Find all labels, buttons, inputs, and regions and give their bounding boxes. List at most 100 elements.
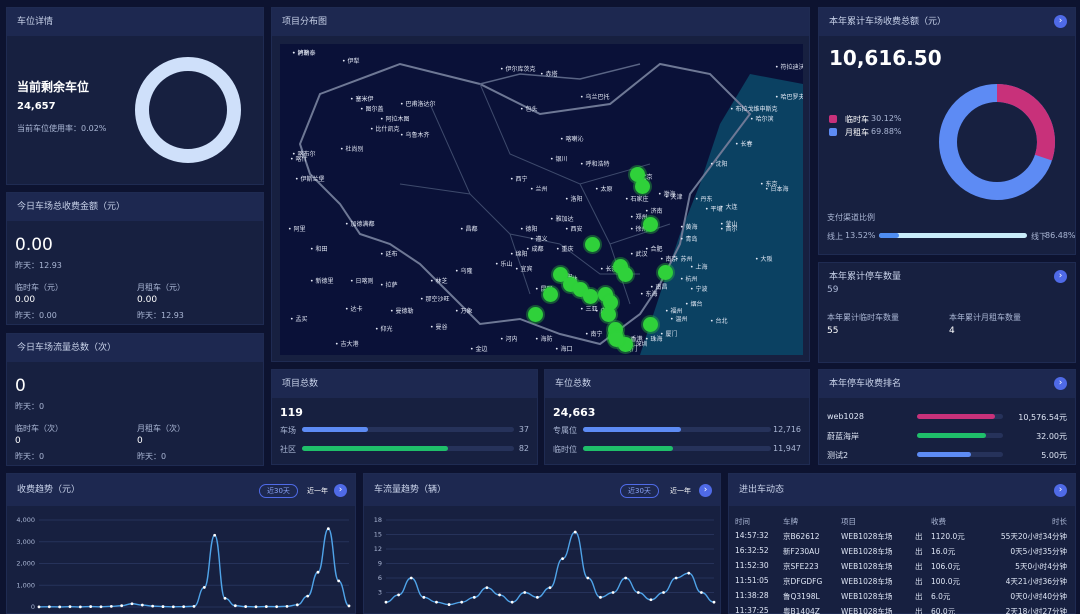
- map-city-label: • 万象: [455, 308, 473, 315]
- map-city-label: • 那空沙旺: [420, 296, 450, 303]
- panel-header: 本年累计停车数量 ›: [819, 263, 1075, 291]
- range-year-tab[interactable]: 近一年: [670, 486, 691, 496]
- data-point: [120, 604, 124, 608]
- y-tick-label: 18: [374, 516, 382, 524]
- map-city-label: • 图尔盖: [360, 106, 384, 113]
- y-tick-label: 12: [374, 545, 382, 553]
- panel-header: 本年停车收费排名 ›: [819, 370, 1075, 398]
- data-point: [485, 586, 489, 590]
- arrow-right-icon[interactable]: ›: [699, 484, 712, 497]
- map-canvas[interactable]: • 阿勒泰 • 伊犁 • 乌鲁木齐 • 喀什 • 和田 • 阿里 • 日喀则 • 拉萨 • 林芝…: [280, 44, 803, 355]
- map-city-label: • 日本海: [765, 186, 789, 193]
- map-city-label: • 杜尚别: [340, 146, 364, 153]
- range-year-tab[interactable]: 近一年: [307, 486, 328, 496]
- map-city-label: • 哈巴罗夫斯克: [775, 94, 803, 101]
- table-header: 收费: [931, 517, 946, 526]
- map-city-label: • 包头: [520, 106, 538, 113]
- month-car-value: 0: [137, 436, 143, 446]
- data-point: [384, 600, 388, 604]
- arrow-right-icon[interactable]: ›: [1054, 484, 1067, 497]
- data-point: [397, 593, 401, 597]
- data-point: [182, 605, 186, 609]
- month-car-label: 月租车（元）: [137, 283, 185, 292]
- space-total-value: 24,663: [553, 406, 596, 419]
- legend-temp-pct: 30.12%: [871, 114, 902, 123]
- map-city-label: • 台北: [710, 318, 728, 325]
- ranking-value: 5.00元: [1041, 451, 1067, 460]
- table-cell: 11:37:25: [735, 606, 769, 614]
- usage-donut-chart: [135, 57, 241, 163]
- space-total-panel: 车位总数 24,663 专属位 12,716 临时位 11,947: [544, 369, 810, 465]
- project-location-dot[interactable]: [528, 307, 543, 322]
- data-point: [233, 604, 237, 608]
- map-city-label: • 加德满都: [345, 221, 375, 228]
- map-city-label: • 海口: [555, 346, 573, 353]
- panel-header: 今日车场流量总数（次）: [7, 334, 263, 362]
- map-city-label: • 杭州: [680, 276, 698, 283]
- channel-title: 支付渠道比例: [827, 213, 875, 222]
- map-city-label: • 吉大港: [335, 341, 359, 348]
- project-location-dot[interactable]: [618, 267, 633, 282]
- month-car-yesterday: 昨天：12.93: [137, 311, 184, 320]
- table-cell: 粤B1404Z: [783, 607, 820, 614]
- annual-income-panel: 本年累计车场收费总额（元） › 10,616.50 临时车 30.12% 月租车 …: [818, 7, 1076, 255]
- table-header: 项目: [841, 517, 856, 526]
- data-point: [78, 605, 82, 609]
- data-point: [140, 603, 144, 607]
- ranking-name: 测试2: [827, 451, 849, 460]
- table-cell: 鲁Q3198L: [783, 592, 820, 601]
- range-30-days-button[interactable]: 近30天: [620, 484, 659, 498]
- map-city-label: • 石家庄: [625, 196, 649, 203]
- table-cell: 55天20小时34分钟: [1000, 532, 1067, 541]
- project-location-dot[interactable]: [585, 237, 600, 252]
- table-cell: 16.0元: [931, 547, 956, 556]
- data-point: [58, 605, 62, 609]
- y-tick-label: 6: [378, 574, 382, 582]
- project-location-dot[interactable]: [658, 265, 673, 280]
- legend-month-pct: 69.88%: [871, 127, 902, 136]
- y-tick-label: 4,000: [16, 516, 35, 524]
- space-row-value: 12,716: [773, 425, 801, 434]
- project-location-dot[interactable]: [543, 287, 558, 302]
- project-location-dot[interactable]: [609, 332, 624, 347]
- arrow-right-icon[interactable]: ›: [1054, 377, 1067, 390]
- data-point: [130, 602, 134, 606]
- project-location-dot[interactable]: [583, 289, 598, 304]
- month-car-value: 0.00: [137, 295, 158, 305]
- map-city-label: • 宁波: [690, 286, 708, 293]
- project-total-panel: 项目总数 119 车场 37 社区 82: [271, 369, 538, 465]
- map-city-label: • 东海: [640, 291, 658, 298]
- flow-value: 0: [15, 376, 26, 396]
- arrow-right-icon[interactable]: ›: [1054, 15, 1067, 28]
- map-city-label: • 呼和浩特: [580, 161, 610, 168]
- flow-yesterday: 昨天：0: [15, 402, 45, 411]
- panel-header: 收费趋势（元）: [7, 474, 355, 506]
- temp-car-label: 临时车（次）: [15, 424, 63, 433]
- data-point: [472, 595, 476, 599]
- data-point: [611, 591, 615, 594]
- map-city-label: • 釜山: [720, 221, 738, 228]
- project-location-dot[interactable]: [643, 217, 658, 232]
- space-row-label: 专属位: [553, 426, 577, 435]
- map-city-label: • 合肥: [645, 246, 663, 253]
- panel-title: 今日车场流量总数（次）: [17, 343, 117, 353]
- arrow-right-icon[interactable]: ›: [334, 484, 347, 497]
- data-point: [213, 533, 217, 537]
- table-cell: 11:51:05: [735, 576, 769, 585]
- arrow-right-icon[interactable]: ›: [1054, 270, 1067, 283]
- project-location-dot[interactable]: [601, 307, 616, 322]
- project-location-dot[interactable]: [635, 179, 650, 194]
- data-point: [99, 605, 103, 609]
- data-point: [264, 605, 268, 608]
- map-city-label: • 曼德勒: [390, 308, 414, 315]
- ranking-bar: [917, 433, 1003, 438]
- range-30-days-button[interactable]: 近30天: [259, 484, 298, 498]
- ranking-name: web1028: [827, 412, 864, 421]
- ranking-name: 蔚蓝海岸: [827, 432, 859, 441]
- table-cell: 出: [915, 607, 923, 614]
- table-cell: 1120.0元: [931, 532, 965, 541]
- y-tick-label: 3,000: [16, 538, 35, 546]
- series-line: [38, 527, 350, 608]
- project-location-dot[interactable]: [643, 317, 658, 332]
- panel-title: 今日车场总收费金额（元）: [17, 202, 126, 212]
